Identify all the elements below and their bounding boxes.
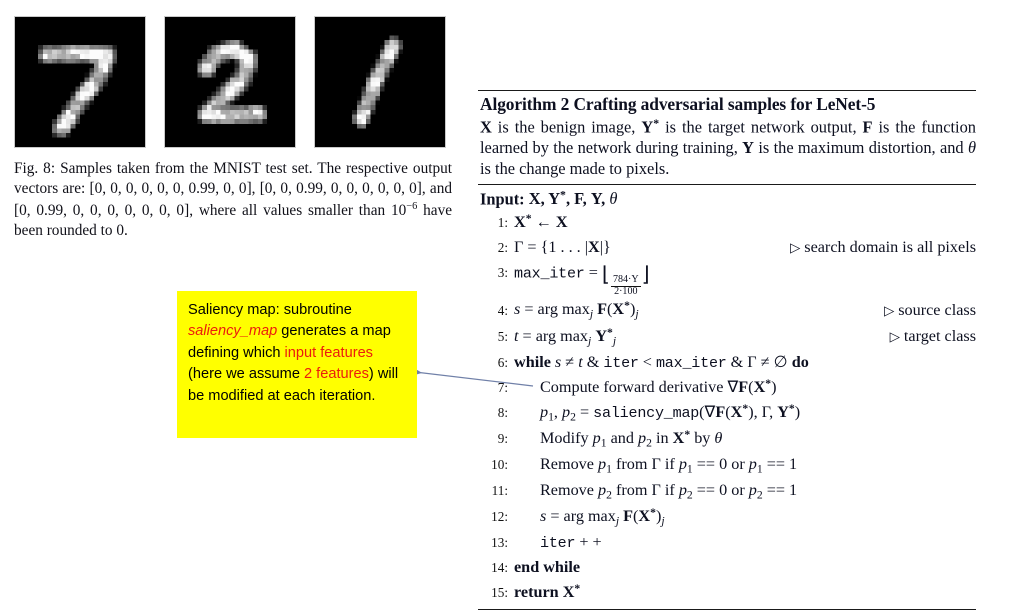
line-number: 2 bbox=[478, 238, 514, 258]
line-number: 13 bbox=[478, 533, 514, 553]
figure-caption: Fig. 8: Samples taken from the MNIST tes… bbox=[14, 159, 452, 241]
line-body: while s ≠ t & iter < max_iter & Γ ≠ ∅ do bbox=[514, 352, 809, 372]
line-body: iter + + bbox=[540, 533, 602, 553]
algorithm-line-7: 7 Compute forward derivative ∇F(X*) bbox=[478, 375, 976, 400]
vec-sep-1: , bbox=[251, 180, 256, 198]
line-number: 9 bbox=[478, 429, 514, 449]
line-number: 15 bbox=[478, 583, 514, 603]
algorithm-input-label: Input: bbox=[480, 189, 525, 209]
figure-caption-tail-pre: , where all values smaller than bbox=[189, 201, 386, 219]
line-body: max_iter = ⌊ 784·Υ 2·100 ⌋ bbox=[514, 263, 650, 297]
line-number: 10 bbox=[478, 455, 514, 475]
mnist-digit-seven bbox=[14, 16, 146, 148]
connector-line bbox=[413, 368, 534, 387]
figure-caption-label: Fig. 8: bbox=[14, 160, 56, 177]
callout-highlight-two-features: 2 features bbox=[304, 366, 369, 383]
algorithm-line-12: 12 s = arg maxj F(X*)j bbox=[478, 504, 976, 530]
algorithm-title: Algorithm 2 Crafting adversarial samples… bbox=[480, 94, 876, 114]
algorithm-line-8: 8 p1, p2 = saliency_map(∇F(X*), Γ, Y*) bbox=[478, 400, 976, 426]
figure-caption-and: and bbox=[429, 180, 452, 198]
line-body: Remove p2 from Γ if p2 == 0 or p2 == 1 bbox=[540, 481, 798, 502]
algorithm-line-list: 1 X* ← X 2 Γ = {1 . . . |X|} ▷ search do… bbox=[478, 210, 976, 608]
line-number: 3 bbox=[478, 263, 514, 283]
line-body: s = arg maxj F(X*)j bbox=[514, 299, 639, 321]
line-number: 11 bbox=[478, 481, 514, 501]
algorithm-input-args: X, Y*, F, Υ, θ bbox=[528, 187, 618, 209]
line-number: 14 bbox=[478, 558, 514, 578]
mnist-digit-two bbox=[164, 16, 296, 148]
callout-seg-5: (here we assume bbox=[188, 366, 304, 383]
line-body: Modify p1 and p2 in X* by θ bbox=[540, 427, 723, 450]
vec-sep-2: , bbox=[421, 180, 426, 198]
line-comment-text: search domain is all pixels bbox=[804, 237, 976, 256]
line-comment-text: target class bbox=[903, 326, 976, 345]
line-body: end while bbox=[514, 558, 581, 577]
figure-panel: Fig. 8: Samples taken from the MNIST tes… bbox=[14, 16, 454, 241]
line-body: X* ← X bbox=[514, 212, 568, 232]
algorithm-line-3: 3 max_iter = ⌊784·Υ2·100⌋ bbox=[478, 260, 976, 298]
algorithm-description: X is the benign image, Y* is the target … bbox=[480, 116, 977, 178]
callout-seg-1: Saliency map: subroutine bbox=[188, 302, 352, 318]
figure-output-vector-2: [0, 0, 0.99, 0, 0, 0, 0, 0, 0] bbox=[259, 180, 422, 198]
line-number: 4 bbox=[478, 301, 514, 321]
line-number: 1 bbox=[478, 213, 514, 233]
algorithm-line-10: 10 Remove p1 from Γ if p1 == 0 or p1 == … bbox=[478, 452, 976, 478]
figure-output-vector-3: [0, 0.99, 0, 0, 0, 0, 0, 0, 0] bbox=[14, 201, 190, 219]
saliency-map-annotation: Saliency map: subroutine saliency_map ge… bbox=[177, 291, 417, 438]
mnist-digit-one bbox=[314, 16, 446, 148]
figure-output-vector-1: [0, 0, 0, 0, 0, 0, 0.99, 0, 0] bbox=[89, 180, 252, 198]
algorithm-line-4: 4 s = arg maxj F(X*)j ▷ source class bbox=[478, 297, 976, 323]
threshold-base: 10 bbox=[390, 201, 407, 219]
algorithm-panel: Algorithm 2 Crafting adversarial samples… bbox=[478, 90, 976, 610]
algorithm-line-14: 14 end while bbox=[478, 555, 976, 580]
line-number: 5 bbox=[478, 327, 514, 347]
algorithm-line-13: 13 iter + + bbox=[478, 530, 976, 555]
line-number: 12 bbox=[478, 507, 514, 527]
line-comment-text: source class bbox=[898, 300, 976, 319]
line-body: t = arg maxj Y*j bbox=[514, 325, 617, 348]
mnist-two-canvas bbox=[165, 17, 295, 147]
algorithm-line-2: 2 Γ = {1 . . . |X|} ▷ search domain is a… bbox=[478, 235, 976, 260]
line-comment: ▷ target class bbox=[889, 326, 976, 345]
line-body: Compute forward derivative ∇F(X*) bbox=[540, 376, 777, 397]
line-body: s = arg maxj F(X*)j bbox=[540, 505, 665, 528]
mnist-one-canvas bbox=[315, 17, 445, 147]
callout-to-line8-arrow bbox=[413, 368, 534, 387]
algorithm-line-1: 1 X* ← X bbox=[478, 210, 976, 235]
algorithm-line-11: 11 Remove p2 from Γ if p2 == 0 or p2 == … bbox=[478, 478, 976, 504]
algorithm-line-9: 9 Modify p1 and p2 in X* by θ bbox=[478, 426, 976, 452]
algorithm-input-row: Input: X, Y*, F, Υ, θ bbox=[478, 185, 976, 210]
line-comment: ▷ source class bbox=[883, 300, 976, 319]
callout-highlight-input-features: input features bbox=[284, 344, 373, 361]
line-body: Γ = {1 . . . |X|} bbox=[514, 237, 611, 256]
algorithm-line-5: 5 t = arg maxj Y*j ▷ target class bbox=[478, 324, 976, 350]
threshold-exponent: −6 bbox=[406, 200, 418, 212]
mnist-sample-row bbox=[14, 16, 454, 148]
mnist-seven-canvas bbox=[15, 17, 145, 147]
algorithm-line-6: 6 while s ≠ t & iter < max_iter & Γ ≠ ∅ … bbox=[478, 350, 976, 375]
line-body: Remove p1 from Γ if p1 == 0 or p1 == 1 bbox=[540, 455, 798, 476]
callout-code-saliency-map: saliency_map bbox=[188, 323, 278, 340]
line-body: return X* bbox=[514, 581, 581, 601]
algorithm-line-15: 15 return X* bbox=[478, 580, 976, 605]
algorithm-bottom-rule bbox=[478, 608, 976, 610]
line-comment: ▷ search domain is all pixels bbox=[790, 237, 976, 256]
line-body: p1, p2 = saliency_map(∇F(X*), Γ, Y*) bbox=[540, 401, 801, 424]
